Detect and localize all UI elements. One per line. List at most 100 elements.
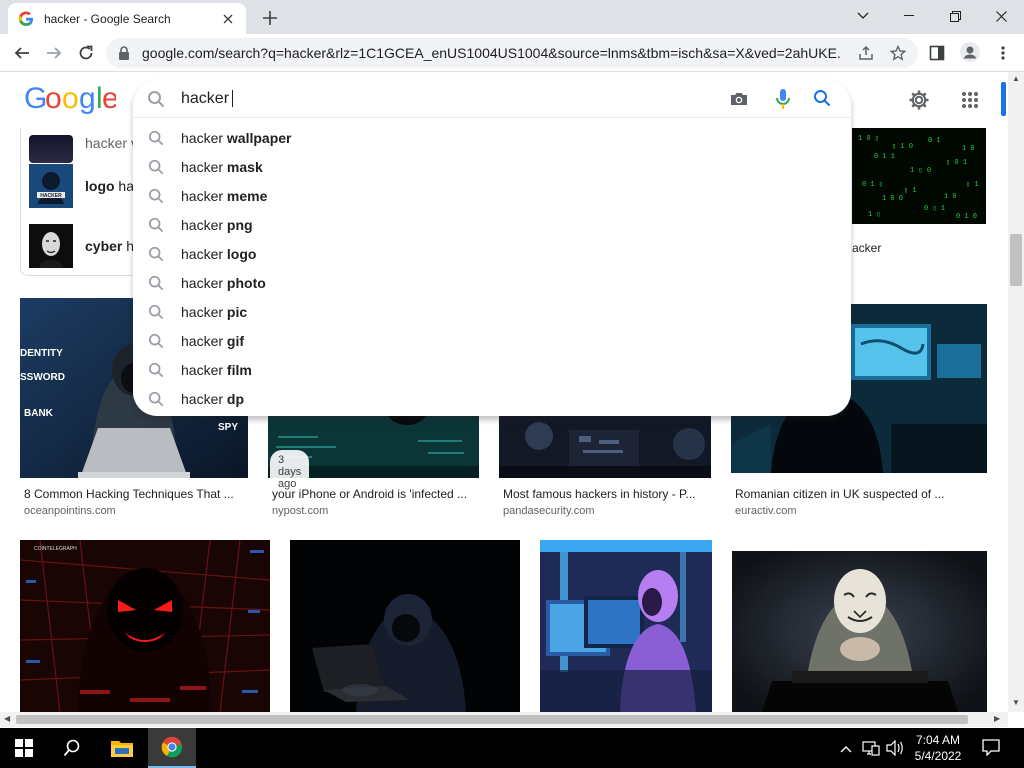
taskbar-search-icon[interactable]: [48, 728, 96, 768]
result-image: [499, 416, 711, 478]
suggestion-completion: pic: [226, 303, 248, 320]
clock-date: 5/4/2022: [914, 749, 962, 763]
vertical-scroll-thumb[interactable]: [1010, 234, 1022, 286]
suggestion-item[interactable]: hacker pic: [133, 297, 851, 326]
suggestion-completion: film: [226, 361, 252, 378]
suggestion-text: hacker wallpaper: [181, 130, 292, 146]
related-item[interactable]: cyber h: [29, 224, 141, 268]
sign-in-button-edge[interactable]: [1001, 82, 1006, 116]
windows-start-icon[interactable]: [0, 728, 48, 768]
svg-text:G: G: [24, 82, 47, 114]
image-overlay-text: BANK: [24, 408, 54, 419]
suggestion-text: hacker gif: [181, 333, 244, 349]
scroll-right-arrow-icon[interactable]: ▶: [994, 714, 1000, 723]
svg-text:1 0 ▯: 1 0 ▯: [858, 135, 879, 143]
related-item[interactable]: HACKER logo ha: [29, 164, 141, 208]
google-favicon-icon: [18, 11, 34, 27]
scroll-left-arrow-icon[interactable]: ◀: [4, 714, 10, 723]
result-caption: Most famous hackers in history - P...: [503, 487, 696, 501]
google-apps-icon[interactable]: [958, 88, 982, 112]
suggestion-item[interactable]: hacker photo: [133, 268, 851, 297]
result-image: [732, 551, 987, 712]
search-icon: [148, 130, 164, 146]
suggestion-text: hacker png: [181, 217, 253, 233]
result-image: [540, 540, 712, 712]
side-panel-icon[interactable]: [928, 44, 946, 62]
svg-text:▯ 1: ▯ 1: [966, 181, 979, 189]
profile-avatar-icon[interactable]: [960, 42, 980, 62]
restore-button[interactable]: [932, 0, 978, 32]
result-source: pandasecurity.com: [503, 505, 595, 517]
system-clock[interactable]: 7:04 AM 5/4/2022: [908, 732, 968, 764]
related-label-bold: hacker: [85, 135, 128, 151]
suggestion-item[interactable]: hacker meme: [133, 181, 851, 210]
tab-search-icon[interactable]: [840, 0, 886, 32]
minimize-button[interactable]: [886, 0, 932, 32]
reload-icon[interactable]: [72, 39, 100, 67]
result-image: 1 0 ▯ 0 1 1 ▯ 1 0 1 ▯ 0 0 1 ▯ 0 1 1 0 0 1 ▯ 1 …: [852, 128, 986, 224]
suggestion-item[interactable]: hacker film: [133, 355, 851, 384]
horizontal-scroll-thumb[interactable]: [16, 715, 968, 724]
svg-text:o: o: [62, 82, 78, 114]
suggestion-prefix: hacker: [181, 361, 227, 378]
more-menu-icon[interactable]: [994, 44, 1012, 62]
settings-gear-icon[interactable]: [907, 88, 931, 112]
lock-icon[interactable]: [118, 46, 132, 60]
search-icon: [148, 391, 164, 407]
related-thumbnail: [29, 135, 73, 163]
tab-title: hacker - Google Search: [44, 11, 171, 26]
chrome-taskbar-icon[interactable]: [148, 728, 196, 768]
image-overlay-text: COINTELEGRAPH: [34, 546, 77, 552]
suggestion-item[interactable]: hacker dp: [133, 384, 851, 413]
vertical-scrollbar[interactable]: ▲ ▼: [1008, 72, 1024, 712]
clock-time: 7:04 AM: [915, 733, 961, 747]
scroll-down-arrow-icon[interactable]: ▼: [1012, 698, 1020, 707]
result-source: euractiv.com: [735, 505, 797, 517]
scroll-up-arrow-icon[interactable]: ▲: [1012, 74, 1020, 83]
svg-text:▯ 0 1: ▯ 0 1: [946, 159, 967, 167]
suggestion-item[interactable]: hacker png: [133, 210, 851, 239]
forward-arrow-icon[interactable]: [40, 39, 68, 67]
suggestion-item[interactable]: hacker mask: [133, 152, 851, 181]
svg-text:HACKER: HACKER: [40, 193, 62, 199]
svg-text:1 ▯: 1 ▯: [868, 211, 881, 219]
bookmark-star-icon[interactable]: [889, 44, 907, 62]
horizontal-scrollbar[interactable]: ◀ ▶: [0, 712, 1008, 727]
notifications-icon[interactable]: [982, 738, 1000, 759]
file-explorer-icon[interactable]: [98, 728, 146, 768]
related-item[interactable]: hacker v: [29, 120, 141, 164]
result-source: oceanpointins.com: [24, 505, 116, 517]
svg-text:e: e: [102, 82, 116, 114]
tray-overflow-icon[interactable]: [840, 740, 852, 756]
svg-text:0 1 0: 0 1 0: [956, 213, 977, 221]
suggestion-text: hacker film: [181, 362, 252, 378]
suggestion-completion: logo: [226, 245, 257, 262]
microphone-icon[interactable]: [773, 88, 793, 110]
suggestion-text: hacker logo: [181, 246, 256, 262]
suggestion-item[interactable]: hacker logo: [133, 239, 851, 268]
search-icon: [148, 159, 164, 175]
close-window-button[interactable]: [978, 0, 1024, 32]
address-bar[interactable]: google.com/search?q=hacker&rlz=1C1GCEA_e…: [106, 38, 918, 68]
search-input[interactable]: hacker: [181, 90, 238, 108]
suggestion-item[interactable]: hacker wallpaper: [133, 123, 851, 152]
share-icon[interactable]: [857, 44, 875, 62]
svg-text:o: o: [45, 82, 61, 114]
suggestion-item[interactable]: hacker gif: [133, 326, 851, 355]
suggestion-completion: mask: [226, 158, 263, 175]
suggestion-prefix: hacker: [181, 158, 227, 175]
google-logo[interactable]: G o o g l e: [24, 82, 119, 122]
url-text: google.com/search?q=hacker&rlz=1C1GCEA_e…: [142, 45, 842, 61]
svg-text:g: g: [79, 82, 95, 114]
camera-search-icon[interactable]: [729, 89, 749, 109]
search-icon: [148, 333, 164, 349]
new-tab-button[interactable]: [258, 6, 282, 30]
search-submit-icon[interactable]: [813, 89, 833, 109]
browser-tab[interactable]: hacker - Google Search: [8, 3, 246, 34]
result-image: COINTELEGRAPH: [20, 540, 270, 712]
volume-icon[interactable]: [886, 739, 904, 759]
network-icon[interactable]: [862, 740, 880, 759]
back-arrow-icon[interactable]: [8, 39, 36, 67]
search-icon: [148, 304, 164, 320]
close-tab-icon[interactable]: [220, 11, 236, 27]
